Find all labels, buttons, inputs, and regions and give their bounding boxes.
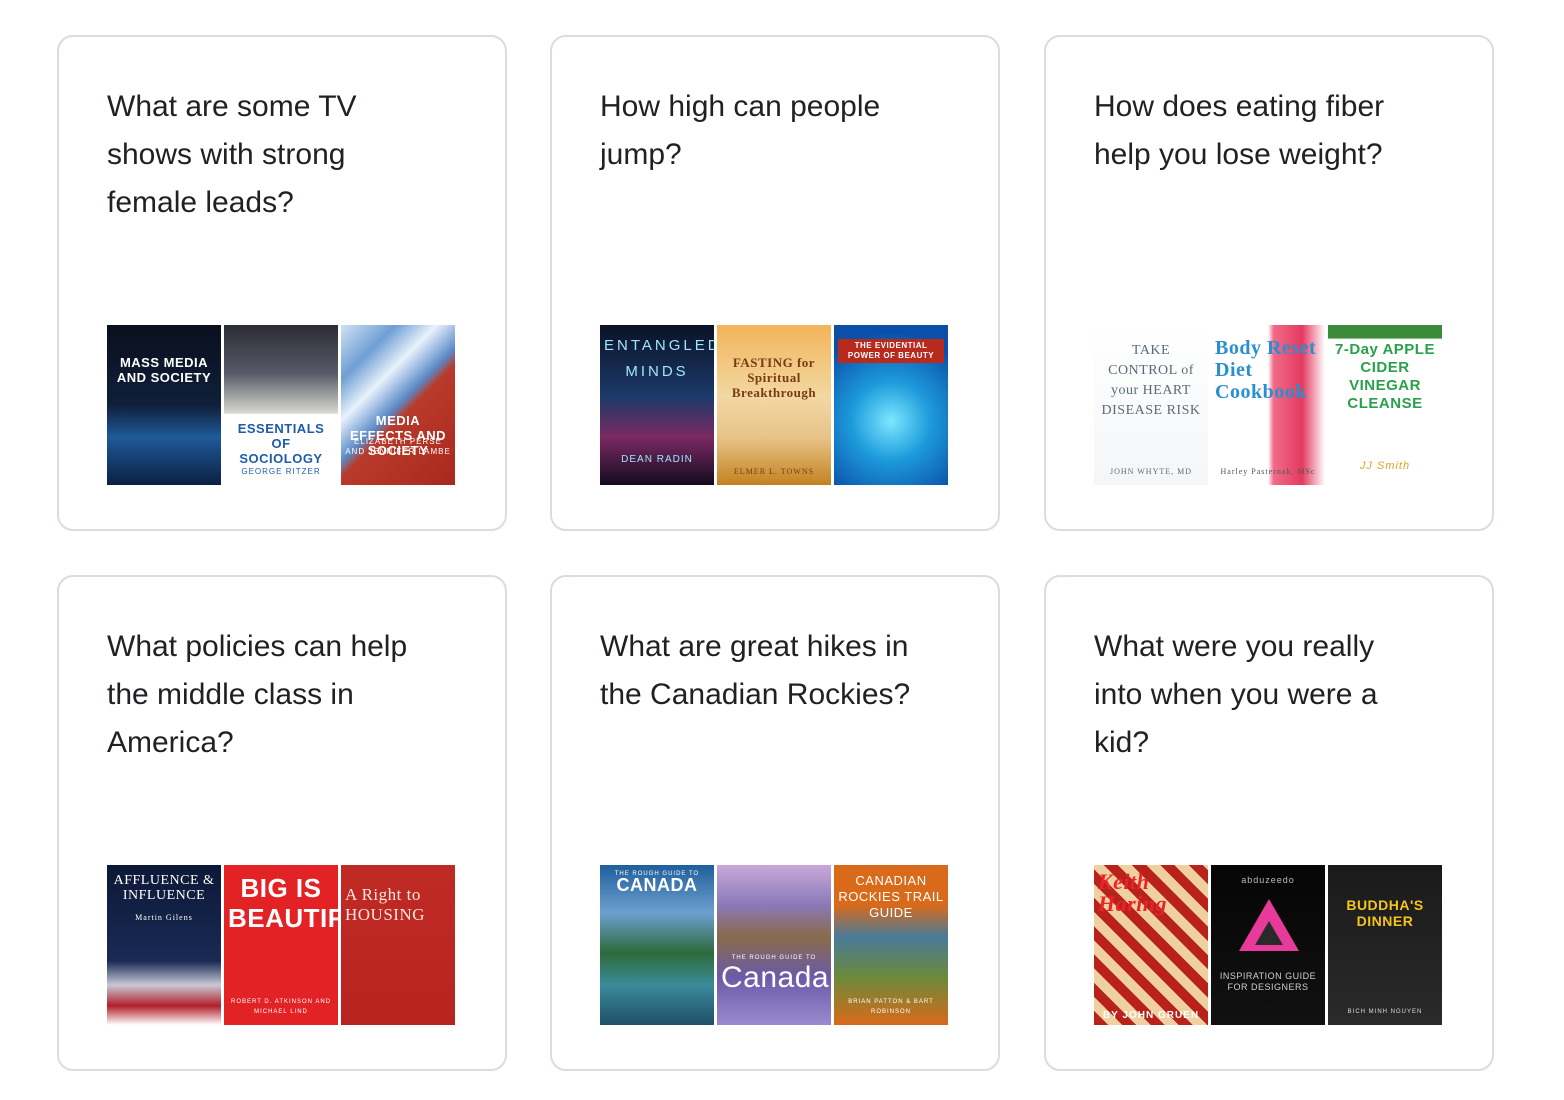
book-thumbnails: MASS MEDIA AND SOCIETY ESSENTIALS OF SOC…	[107, 325, 455, 485]
book-author: Martin Gilens	[135, 913, 193, 922]
book-cover[interactable]: THE ROUGH GUIDE TO CANADA	[600, 865, 714, 1025]
book-author: Harley Pasternak, MSc	[1220, 467, 1316, 476]
book-author: abduzeedo	[1241, 875, 1295, 885]
book-thumbnails: Keith Haring BY JOHN GRUEN abduzeedo INSPI…	[1094, 865, 1442, 1025]
question-card[interactable]: How does eating fiber help you lose weig…	[1044, 35, 1494, 531]
question-card[interactable]: What are great hikes in the Canadian Roc…	[550, 575, 1000, 1071]
book-cover[interactable]: THE EVIDENTIAL POWER OF BEAUTY	[834, 325, 948, 485]
book-title: MASS MEDIA AND SOCIETY	[116, 355, 212, 385]
book-title: FASTING for Spiritual Breakthrough	[731, 355, 817, 400]
book-author: JOHN WHYTE, MD	[1109, 467, 1193, 476]
book-cover[interactable]: ENTANGLED MINDS DEAN RADIN	[600, 325, 714, 485]
book-title: BIG IS BEAUTIFUL	[228, 873, 338, 933]
book-cover[interactable]: AFFLUENCE & INFLUENCE Martin Gilens	[107, 865, 221, 1025]
book-author: DEAN RADIN	[621, 454, 693, 465]
book-title: TAKE CONTROL of your HEART DISEASE RISK	[1101, 343, 1201, 418]
book-cover[interactable]: A Right to HOUSING	[341, 865, 455, 1025]
book-cover[interactable]: MEDIA EFFECTS AND SOCIETY ELIZABETH PERSE…	[341, 325, 455, 485]
book-cover[interactable]: BIG IS BEAUTIFUL ROBERT D. ATKINSON AND M…	[224, 865, 338, 1025]
book-cover[interactable]: ESSENTIALS OF SOCIOLOGY GEORGE RITZER	[224, 325, 338, 485]
book-cover[interactable]: TAKE CONTROL of your HEART DISEASE RISK J…	[1094, 325, 1208, 485]
question-text: What were you really into when you were …	[1094, 630, 1378, 759]
book-title: Keith Haring	[1098, 869, 1168, 916]
book-title: Canada	[721, 961, 830, 994]
book-cover[interactable]: MASS MEDIA AND SOCIETY	[107, 325, 221, 485]
book-title: 7-Day APPLE CIDER VINEGAR CLEANSE	[1335, 341, 1435, 412]
triangle-logo-inner-icon	[1255, 921, 1283, 945]
book-thumbnails: THE ROUGH GUIDE TO CANADA THE ROUGH GUIDE…	[600, 865, 948, 1025]
book-thumbnails: AFFLUENCE & INFLUENCE Martin Gilens BIG I…	[107, 865, 455, 1025]
book-cover[interactable]: FASTING for Spiritual Breakthrough ELMER …	[717, 325, 831, 485]
question-card[interactable]: How high can people jump? ENTANGLED MIND…	[550, 35, 1000, 531]
book-cover[interactable]: Body Reset Diet Cookbook Harley Pasternak…	[1211, 325, 1325, 485]
book-title: ENTANGLED MINDS	[604, 337, 714, 380]
book-cover[interactable]: CANADIAN ROCKIES TRAIL GUIDE BRIAN PATTON…	[834, 865, 948, 1025]
question-text: How high can people jump?	[600, 90, 881, 171]
book-author: BY JOHN GRUEN	[1102, 1010, 1200, 1021]
question-text: How does eating fiber help you lose weig…	[1094, 90, 1385, 171]
book-thumbnails: TAKE CONTROL of your HEART DISEASE RISK J…	[1094, 325, 1442, 485]
book-author: JJ Smith	[1359, 460, 1411, 472]
book-author: GEORGE RITZER	[241, 467, 321, 476]
book-thumbnails: ENTANGLED MINDS DEAN RADIN FASTING for Sp…	[600, 325, 948, 485]
book-author: BICH MINH NGUYEN	[1347, 1009, 1423, 1015]
book-cover[interactable]: Keith Haring BY JOHN GRUEN	[1094, 865, 1208, 1025]
book-title: CANADA	[616, 875, 698, 895]
book-author: BRIAN PATTON & BART ROBINSON	[848, 999, 934, 1015]
book-title: INSPIRATION GUIDE FOR DESIGNERS	[1219, 971, 1317, 992]
question-text: What are some TV shows with strong femal…	[107, 90, 357, 219]
book-cover[interactable]: BUDDHA'S DINNER BICH MINH NGUYEN	[1328, 865, 1442, 1025]
book-title: BUDDHA'S DINNER	[1346, 897, 1424, 929]
book-title: Body Reset Diet Cookbook	[1215, 337, 1317, 403]
book-cover[interactable]: 7-Day APPLE CIDER VINEGAR CLEANSE JJ Smit…	[1328, 325, 1442, 485]
book-title: AFFLUENCE & INFLUENCE	[113, 873, 215, 903]
book-title: CANADIAN ROCKIES TRAIL GUIDE	[838, 873, 944, 920]
question-text: What policies can help the middle class …	[107, 630, 408, 759]
book-author: ELIZABETH PERSE AND JENNIFER LAMBE	[345, 437, 451, 456]
question-card[interactable]: What are some TV shows with strong femal…	[57, 35, 507, 531]
book-title: A Right to HOUSING	[345, 885, 425, 924]
question-text: What are great hikes in the Canadian Roc…	[600, 630, 911, 711]
question-card[interactable]: What were you really into when you were …	[1044, 575, 1494, 1071]
question-card[interactable]: What policies can help the middle class …	[57, 575, 507, 1071]
book-author: ROBERT D. ATKINSON AND MICHAEL LIND	[230, 999, 332, 1015]
book-cover[interactable]: THE ROUGH GUIDE TO Canada	[717, 865, 831, 1025]
book-author: ELMER L. TOWNS	[733, 467, 815, 476]
book-cover[interactable]: abduzeedo INSPIRATION GUIDE FOR DESIGNERS	[1211, 865, 1325, 1025]
book-title: THE EVIDENTIAL POWER OF BEAUTY	[838, 339, 944, 363]
book-title: ESSENTIALS OF SOCIOLOGY	[237, 421, 325, 466]
